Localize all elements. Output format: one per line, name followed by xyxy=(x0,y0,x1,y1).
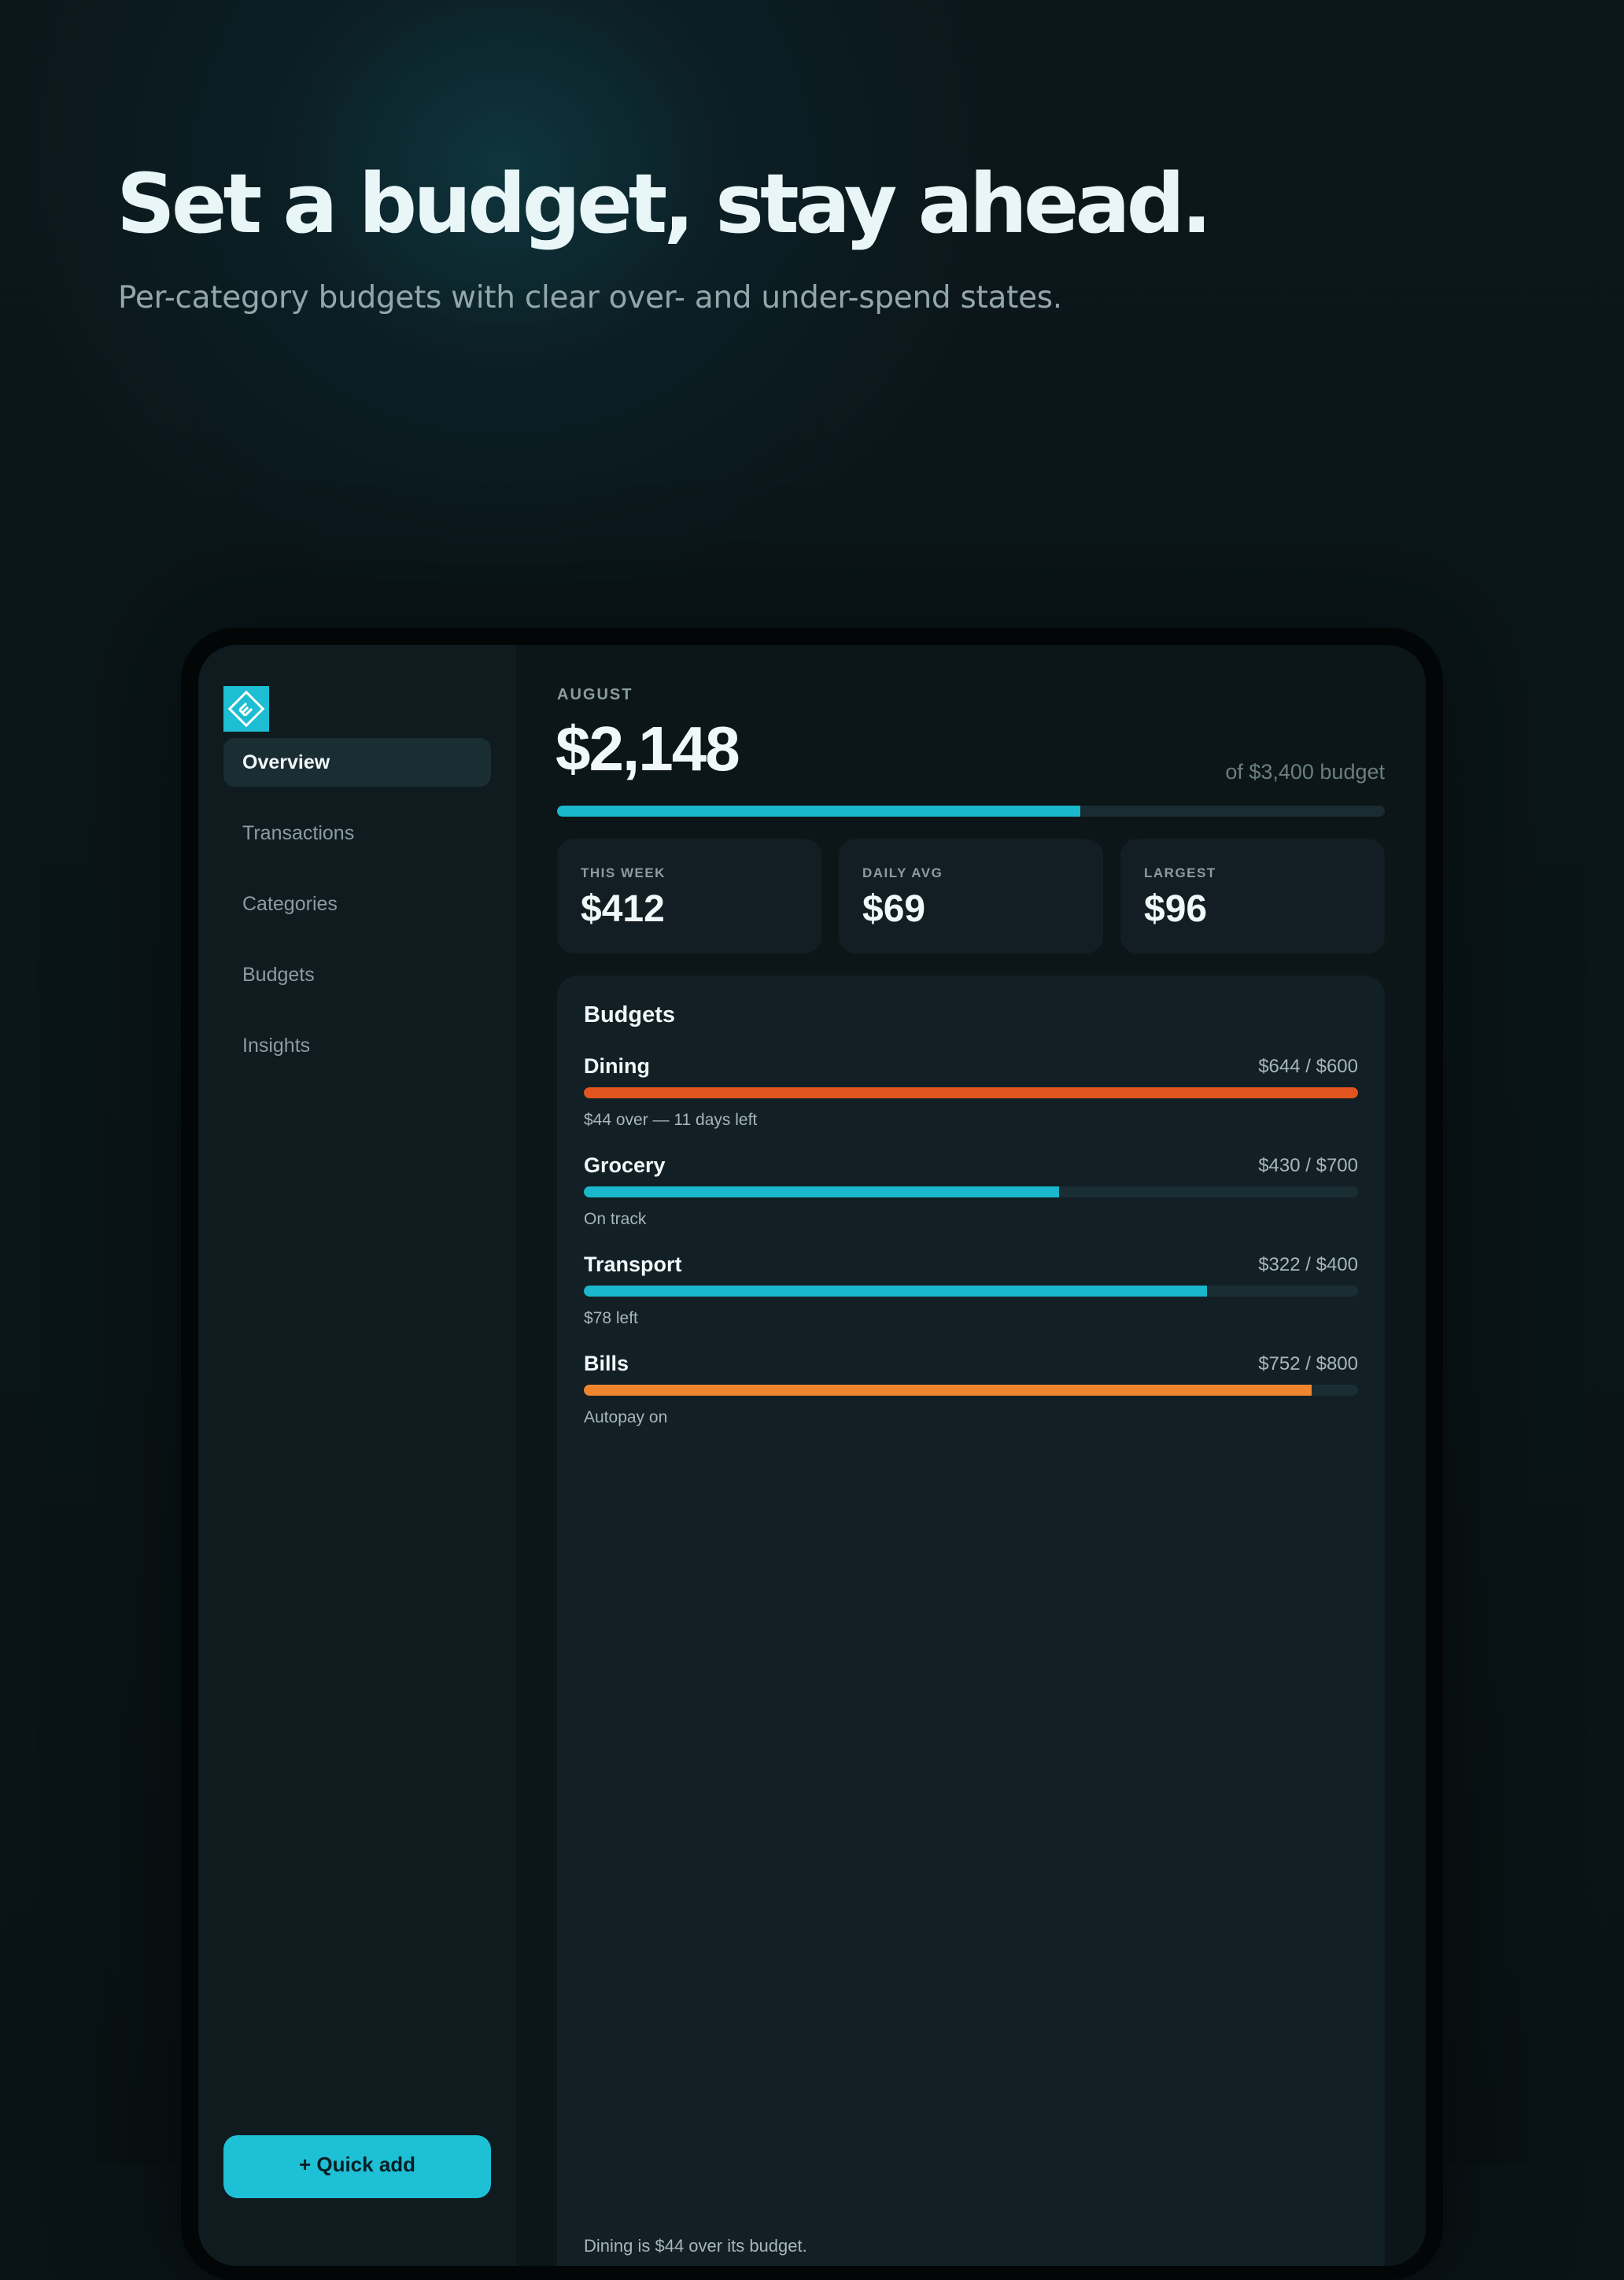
sidebar: Overview Transactions Categories Budgets… xyxy=(198,645,516,2266)
quick-add-button[interactable]: + Quick add xyxy=(223,2135,491,2198)
budget-progress-bar xyxy=(584,1385,1358,1396)
budget-note: On track xyxy=(584,1210,647,1228)
stat-label: DAILY AVG xyxy=(862,865,943,880)
tablet-frame: Overview Transactions Categories Budgets… xyxy=(181,628,1443,2280)
budgets-card: Budgets Dining $644 / $600 $44 over — 11… xyxy=(557,976,1385,2266)
sidebar-item-budgets[interactable]: Budgets xyxy=(223,950,491,999)
budget-progress-fill xyxy=(584,1385,1312,1396)
total-spent: $2,148 xyxy=(555,714,740,784)
budget-row-bills[interactable]: Bills $752 / $800 Autopay on xyxy=(584,1352,1358,1446)
sidebar-item-overview[interactable]: Overview xyxy=(223,738,491,787)
app-logo-icon[interactable] xyxy=(223,686,269,732)
budget-name: Dining xyxy=(584,1054,650,1078)
stat-value: $412 xyxy=(581,888,665,930)
sidebar-item-label: Overview xyxy=(242,751,330,773)
main-content: AUGUST $2,148 of $3,400 budget THIS WEEK… xyxy=(516,645,1426,2266)
budget-progress-bar xyxy=(584,1087,1358,1098)
budget-name: Bills xyxy=(584,1352,629,1375)
sidebar-item-label: Categories xyxy=(242,892,338,915)
stat-card-this-week: THIS WEEK $412 xyxy=(557,839,821,954)
hero-title: Set a budget, stay ahead. xyxy=(116,156,1212,252)
sidebar-item-label: Budgets xyxy=(242,963,315,986)
budget-progress-fill xyxy=(584,1186,1060,1197)
budget-amount: $430 / $700 xyxy=(1258,1155,1358,1176)
stat-card-largest: LARGEST $96 xyxy=(1120,839,1385,954)
sidebar-item-label: Transactions xyxy=(242,821,355,844)
sidebar-item-insights[interactable]: Insights xyxy=(223,1021,491,1070)
budget-note: Autopay on xyxy=(584,1408,668,1426)
budget-name: Transport xyxy=(584,1253,682,1276)
stat-value: $96 xyxy=(1144,888,1208,930)
stat-label: LARGEST xyxy=(1144,865,1216,880)
budget-row-dining[interactable]: Dining $644 / $600 $44 over — 11 days le… xyxy=(584,1054,1358,1149)
sidebar-item-label: Insights xyxy=(242,1034,311,1057)
stat-label: THIS WEEK xyxy=(581,865,666,880)
budget-progress-bar xyxy=(584,1186,1358,1197)
budget-progress-fill xyxy=(584,1087,1358,1098)
budget-name: Grocery xyxy=(584,1153,666,1177)
budget-amount: $322 / $400 xyxy=(1258,1254,1358,1275)
monthly-budget-text: of $3,400 budget xyxy=(1225,760,1385,784)
quick-add-label: + Quick add xyxy=(298,2153,416,2176)
budget-row-transport[interactable]: Transport $322 / $400 $78 left xyxy=(584,1253,1358,1347)
budget-note: $44 over — 11 days left xyxy=(584,1111,758,1129)
month-label: AUGUST xyxy=(557,686,633,703)
budget-alert-text: Dining is $44 over its budget. xyxy=(584,2236,807,2256)
stat-card-daily-avg: DAILY AVG $69 xyxy=(839,839,1103,954)
app-screen: Overview Transactions Categories Budgets… xyxy=(198,645,1426,2266)
budget-progress-fill xyxy=(584,1286,1208,1297)
budget-amount: $644 / $600 xyxy=(1258,1056,1358,1077)
sidebar-item-transactions[interactable]: Transactions xyxy=(223,809,491,858)
budgets-title: Budgets xyxy=(584,1002,675,1027)
sidebar-item-categories[interactable]: Categories xyxy=(223,880,491,928)
budget-row-grocery[interactable]: Grocery $430 / $700 On track xyxy=(584,1153,1358,1248)
monthly-progress-bar xyxy=(557,806,1385,817)
budget-note: $78 left xyxy=(584,1309,638,1327)
hero-subtitle: Per-category budgets with clear over- an… xyxy=(118,280,1062,315)
budget-amount: $752 / $800 xyxy=(1258,1353,1358,1374)
monthly-progress-fill xyxy=(557,806,1080,817)
budget-progress-bar xyxy=(584,1286,1358,1297)
stat-value: $69 xyxy=(862,888,926,930)
